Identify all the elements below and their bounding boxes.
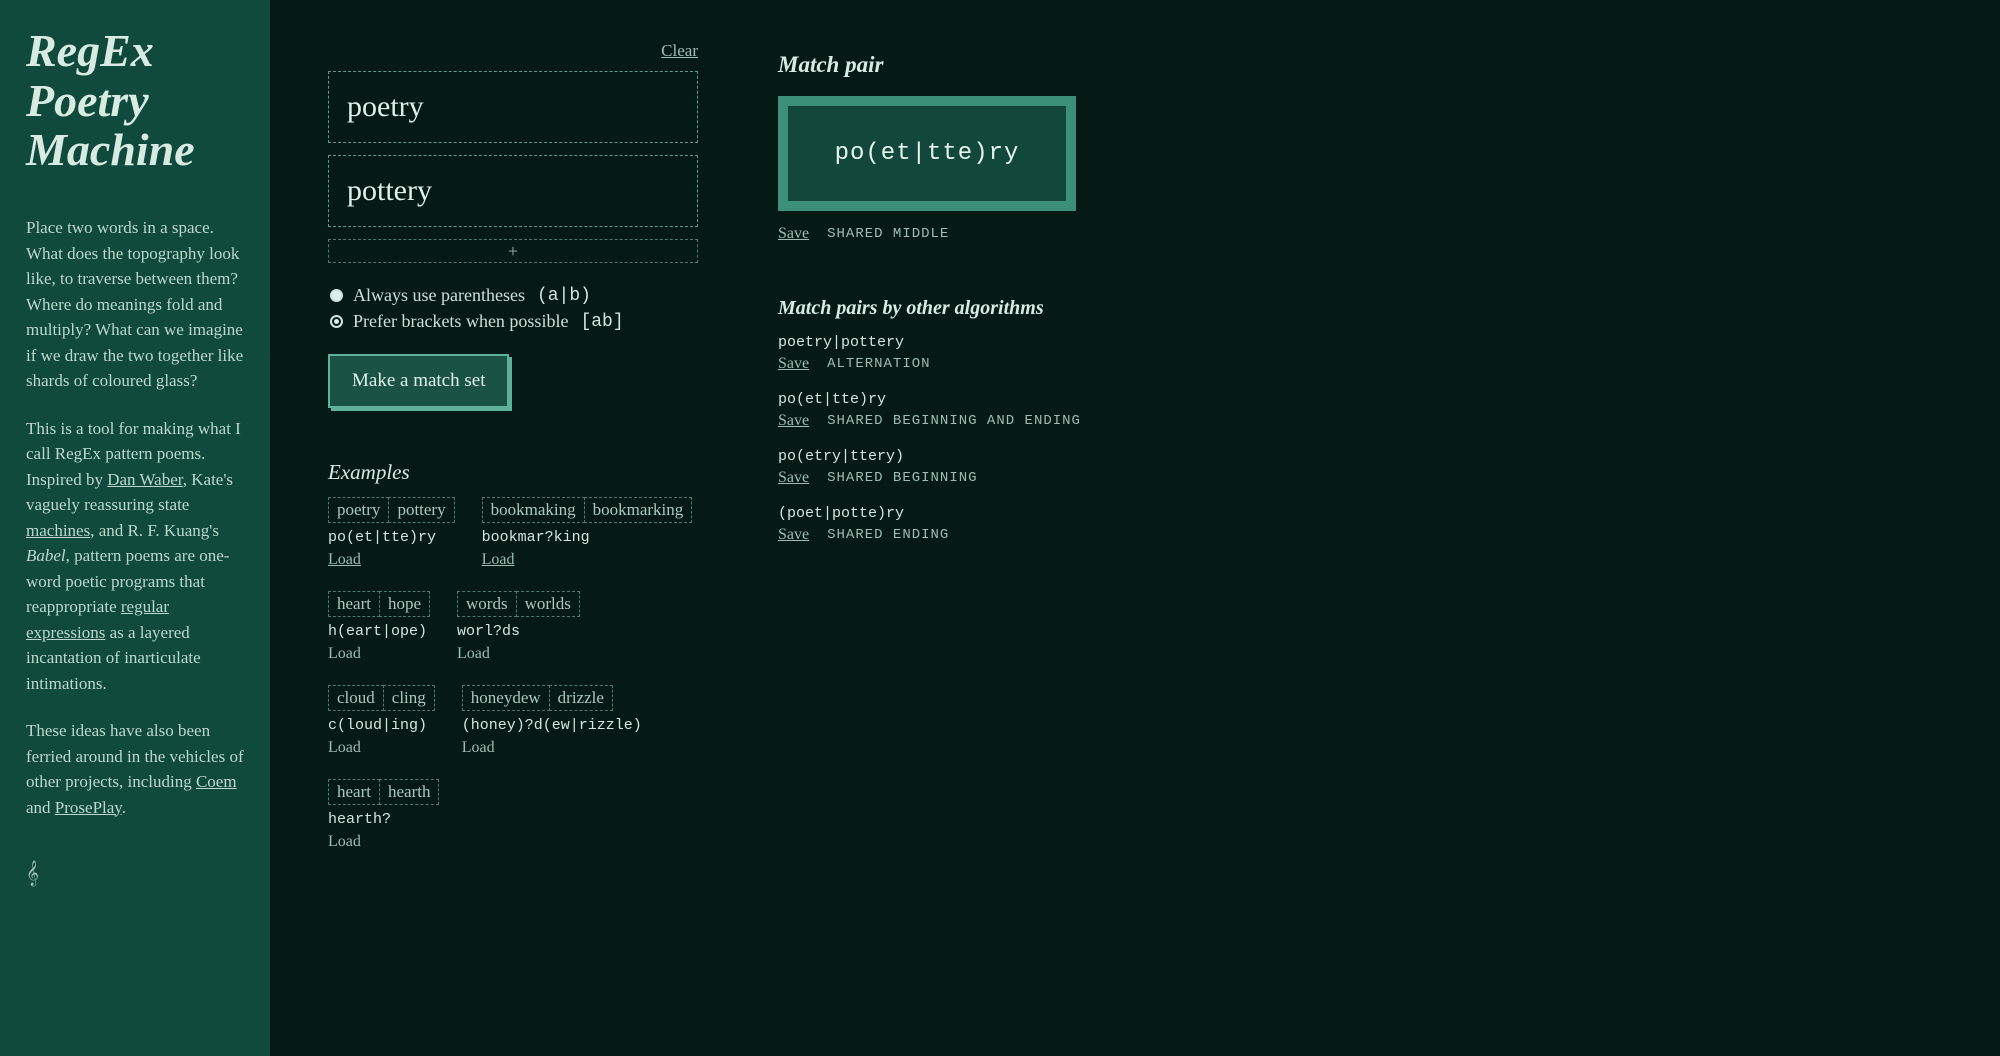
algorithm-pattern: (poet|potte)ry bbox=[778, 505, 1398, 522]
algorithm-pattern: poetry|pottery bbox=[778, 334, 1398, 351]
match-algorithm-label: SHARED MIDDLE bbox=[827, 226, 949, 242]
sidebar: RegEx Poetry Machine Place two words in … bbox=[0, 0, 270, 1056]
app-title: RegEx Poetry Machine bbox=[26, 26, 248, 175]
radio-icon bbox=[330, 289, 343, 302]
example-load-link[interactable]: Load bbox=[328, 739, 361, 756]
algorithm-save-link[interactable]: Save bbox=[778, 355, 809, 373]
example-pattern: bookmar?king bbox=[482, 529, 692, 546]
example-chip: heart bbox=[328, 591, 380, 617]
algorithm-label: ALTERNATION bbox=[827, 356, 930, 372]
example-load-link[interactable]: Load bbox=[328, 645, 361, 662]
algorithm-label: SHARED BEGINNING AND ENDING bbox=[827, 413, 1081, 429]
example-chip: drizzle bbox=[549, 685, 613, 711]
example-chip: bookmarking bbox=[584, 497, 693, 523]
app-title-line: Poetry bbox=[26, 75, 149, 126]
algorithm-pattern: po(et|tte)ry bbox=[778, 391, 1398, 408]
example-pattern: po(et|tte)ry bbox=[328, 529, 454, 546]
example-item: hearthearth hearth? Load bbox=[328, 779, 438, 851]
babel-title: Babel bbox=[26, 546, 66, 565]
examples-heading: Examples bbox=[328, 460, 698, 485]
example-chip-row: wordsworlds bbox=[457, 591, 579, 617]
example-load-link[interactable]: Load bbox=[328, 551, 361, 568]
example-item: hearthope h(eart|ope) Load bbox=[328, 591, 429, 663]
radio-always-parentheses[interactable]: Always use parentheses (a|b) bbox=[330, 285, 698, 306]
intro-paragraph: These ideas have also been ferried aroun… bbox=[26, 718, 248, 820]
algorithm-save-link[interactable]: Save bbox=[778, 412, 809, 430]
save-match-link[interactable]: Save bbox=[778, 225, 809, 243]
results-column: Match pair po(et|tte)ry Save SHARED MIDD… bbox=[778, 40, 1398, 1016]
example-item: wordsworlds worl?ds Load bbox=[457, 591, 579, 663]
link-dan-waber[interactable]: Dan Waber bbox=[107, 470, 183, 489]
editor-column: Clear + Always use parentheses (a|b) Pre… bbox=[328, 40, 698, 1016]
app-title-line: RegEx bbox=[26, 25, 154, 76]
add-word-button[interactable]: + bbox=[328, 239, 698, 263]
algorithm-pattern: po(etry|ttery) bbox=[778, 448, 1398, 465]
example-load-link[interactable]: Load bbox=[462, 739, 495, 756]
link-proseplay[interactable]: ProsePlay bbox=[55, 798, 122, 817]
example-item: poetrypottery po(et|tte)ry Load bbox=[328, 497, 454, 569]
example-load-link[interactable]: Load bbox=[457, 645, 490, 662]
algorithm-item: (poet|potte)ry Save SHARED ENDING bbox=[778, 505, 1398, 544]
radio-icon bbox=[330, 315, 343, 328]
example-pattern: c(loud|ing) bbox=[328, 717, 434, 734]
example-pattern: (honey)?d(ew|rizzle) bbox=[462, 717, 642, 734]
example-item: bookmakingbookmarking bookmar?king Load bbox=[482, 497, 692, 569]
example-chip-row: poetrypottery bbox=[328, 497, 454, 523]
example-chip: worlds bbox=[516, 591, 580, 617]
example-chip: hope bbox=[379, 591, 430, 617]
radio-suffix: (a|b) bbox=[537, 286, 591, 306]
clear-link[interactable]: Clear bbox=[661, 41, 698, 60]
make-match-button[interactable]: Make a match set bbox=[328, 354, 509, 408]
algorithm-label: SHARED BEGINNING bbox=[827, 470, 977, 486]
example-chip: hearth bbox=[379, 779, 439, 805]
example-item: honeydewdrizzle (honey)?d(ew|rizzle) Load bbox=[462, 685, 642, 757]
radio-suffix: [ab] bbox=[580, 312, 623, 332]
radio-label: Always use parentheses bbox=[353, 285, 525, 306]
algorithm-item: po(et|tte)ry Save SHARED BEGINNING AND END… bbox=[778, 391, 1398, 430]
example-item: cloudcling c(loud|ing) Load bbox=[328, 685, 434, 757]
example-chip: honeydew bbox=[462, 685, 550, 711]
example-chip-row: cloudcling bbox=[328, 685, 434, 711]
example-chip: poetry bbox=[328, 497, 389, 523]
algorithm-label: SHARED ENDING bbox=[827, 527, 949, 543]
word-input-1[interactable] bbox=[328, 71, 698, 143]
match-pair-pattern: po(et|tte)ry bbox=[788, 106, 1066, 201]
syntax-radio-group: Always use parentheses (a|b) Prefer brac… bbox=[330, 285, 698, 332]
examples-list: poetrypotterypo(et|tte)ryLoadbookmakingb… bbox=[328, 497, 698, 851]
paperclip-icon: 𝄞 bbox=[26, 860, 248, 886]
radio-label: Prefer brackets when possible bbox=[353, 311, 568, 332]
example-chip: bookmaking bbox=[482, 497, 585, 523]
example-chip-row: bookmakingbookmarking bbox=[482, 497, 692, 523]
example-chip-row: honeydewdrizzle bbox=[462, 685, 642, 711]
algorithm-item: poetry|pottery Save ALTERNATION bbox=[778, 334, 1398, 373]
word-input-2[interactable] bbox=[328, 155, 698, 227]
example-pattern: h(eart|ope) bbox=[328, 623, 429, 640]
main: Clear + Always use parentheses (a|b) Pre… bbox=[270, 0, 2000, 1056]
radio-prefer-brackets[interactable]: Prefer brackets when possible [ab] bbox=[330, 311, 698, 332]
app-title-line: Machine bbox=[26, 124, 195, 175]
match-pair-card: po(et|tte)ry bbox=[778, 96, 1076, 211]
example-load-link[interactable]: Load bbox=[482, 551, 515, 568]
example-pattern: hearth? bbox=[328, 811, 438, 828]
example-pattern: worl?ds bbox=[457, 623, 579, 640]
example-load-link[interactable]: Load bbox=[328, 833, 361, 850]
example-chip: words bbox=[457, 591, 517, 617]
algorithm-save-link[interactable]: Save bbox=[778, 469, 809, 487]
other-algorithms-list: poetry|pottery Save ALTERNATION po(et|tte)r… bbox=[778, 334, 1398, 544]
intro-paragraph: Place two words in a space. What does th… bbox=[26, 215, 248, 394]
link-machines[interactable]: machines bbox=[26, 521, 90, 540]
example-chip: cloud bbox=[328, 685, 384, 711]
example-chip-row: hearthearth bbox=[328, 779, 438, 805]
intro-paragraph: This is a tool for making what I call Re… bbox=[26, 416, 248, 697]
example-chip-row: hearthope bbox=[328, 591, 429, 617]
match-pair-heading: Match pair bbox=[778, 52, 1398, 78]
algorithm-save-link[interactable]: Save bbox=[778, 526, 809, 544]
example-chip: cling bbox=[383, 685, 435, 711]
example-chip: heart bbox=[328, 779, 380, 805]
other-algorithms-heading: Match pairs by other algorithms bbox=[778, 297, 1398, 320]
algorithm-item: po(etry|ttery) Save SHARED BEGINNING bbox=[778, 448, 1398, 487]
link-coem[interactable]: Coem bbox=[196, 772, 237, 791]
example-chip: pottery bbox=[388, 497, 454, 523]
